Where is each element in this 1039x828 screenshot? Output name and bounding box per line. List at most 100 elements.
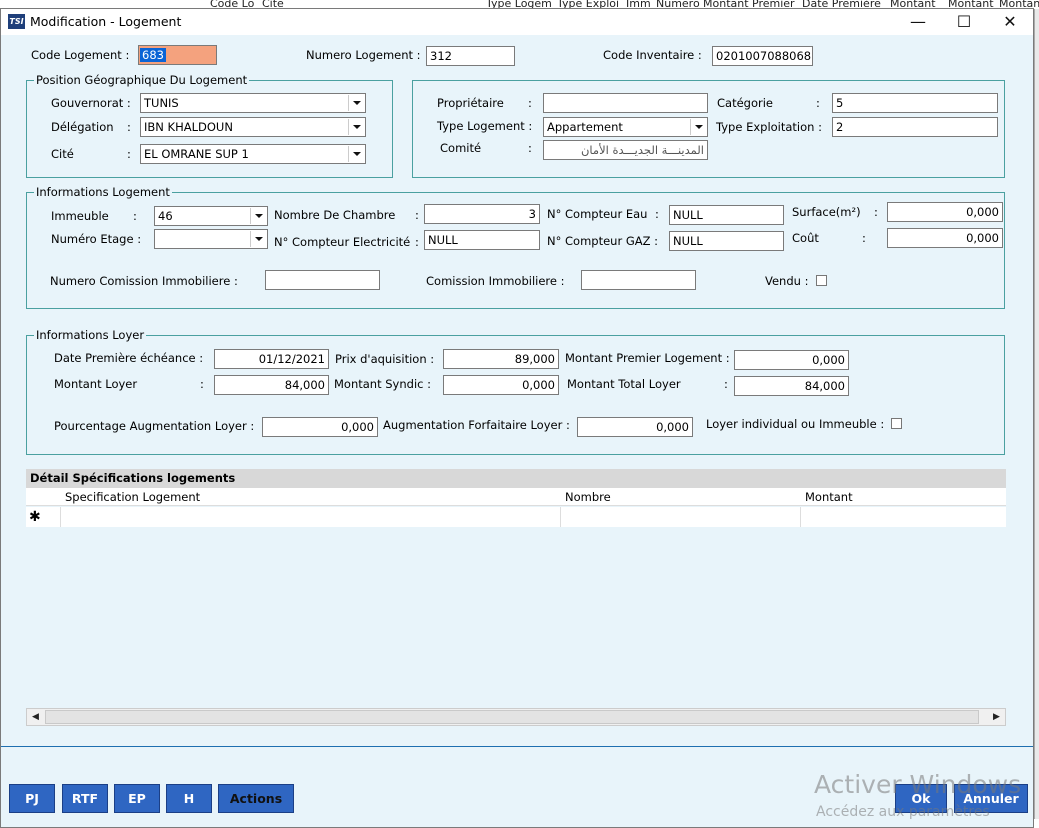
code-logement-label: Code Logement : [31, 48, 130, 62]
code-logement-field[interactable]: 683 [138, 45, 217, 65]
position-group-title: Position Géographique Du Logement [34, 73, 250, 87]
specification-cell[interactable] [60, 507, 560, 527]
gouvernorat-select[interactable]: TUNIS [140, 93, 366, 113]
numero-etage-select[interactable] [154, 229, 268, 249]
delegation-value: IBN KHALDOUN [144, 120, 233, 134]
chevron-down-icon[interactable] [690, 119, 706, 135]
code-inventaire-field[interactable]: 02010070880683 [712, 46, 813, 66]
background-scrollbar [1034, 9, 1039, 819]
immeuble-label: Immeuble [51, 209, 109, 223]
numero-etage-label: Numéro Etage : [51, 232, 142, 246]
colon: : [127, 120, 131, 134]
pj-button[interactable]: PJ [9, 784, 55, 813]
type-exploitation-field[interactable]: 2 [832, 117, 998, 137]
montant-cell[interactable] [800, 507, 1006, 527]
rtf-button[interactable]: RTF [62, 784, 108, 813]
colon: : [133, 209, 137, 223]
immeuble-select[interactable]: 46 [154, 206, 268, 226]
comite-label: Comité [440, 141, 482, 155]
commission-label: Comission Immobiliere : [426, 274, 565, 288]
immeuble-value: 46 [158, 209, 173, 223]
compteur-eau-field[interactable]: NULL [669, 205, 784, 225]
activation-watermark-sub: Accédez aux paramètres [816, 804, 990, 820]
colon: : [200, 377, 204, 391]
nombre-cell[interactable] [560, 507, 800, 527]
prix-acquisition-label: Prix d'aquisition : [335, 352, 435, 366]
date-echeance-label: Date Première échéance : [54, 351, 204, 365]
app-icon: TSI [8, 14, 25, 29]
chevron-down-icon[interactable] [250, 208, 266, 224]
specifications-grid: Détail Spécifications logements Specific… [26, 469, 1006, 723]
numero-logement-field[interactable]: 312 [426, 46, 515, 66]
comite-field[interactable]: المدينـــة الجديـــدة الأمان [543, 140, 708, 160]
compteur-gaz-label: N° Compteur GAZ : [547, 234, 659, 248]
type-logement-label: Type Logement : [437, 119, 533, 133]
colon: : [415, 235, 419, 249]
column-header-specification[interactable]: Specification Logement [65, 490, 200, 504]
proprietaire-label: Propriétaire [437, 96, 504, 110]
scrollbar-thumb[interactable] [45, 710, 979, 724]
nombre-chambre-label: Nombre De Chambre [274, 208, 396, 222]
minimize-button[interactable]: — [895, 9, 941, 35]
ep-button[interactable]: EP [114, 784, 160, 813]
chevron-down-icon[interactable] [348, 119, 364, 135]
maximize-button[interactable]: ☐ [941, 9, 987, 35]
colon: : [415, 208, 419, 222]
colon: : [816, 96, 820, 110]
gouvernorat-label: Gouvernorat : [51, 96, 131, 110]
compteur-elec-field[interactable]: NULL [424, 230, 540, 250]
actions-button[interactable]: Actions [218, 784, 294, 813]
chevron-down-icon[interactable] [348, 146, 364, 162]
title-bar: TSI Modification - Logement — ☐ ✕ [1, 9, 1033, 35]
num-commission-field[interactable] [265, 270, 380, 290]
montant-total-label: Montant Total Loyer [567, 377, 681, 391]
prix-acquisition-field[interactable]: 89,000 [443, 349, 559, 369]
loyer-individuel-checkbox[interactable] [891, 418, 902, 429]
montant-premier-field[interactable]: 0,000 [734, 350, 849, 370]
modification-logement-dialog: TSI Modification - Logement — ☐ ✕ Code L… [0, 8, 1034, 828]
cite-value: EL OMRANE SUP 1 [144, 147, 249, 161]
compteur-gaz-field[interactable]: NULL [669, 231, 784, 251]
activation-watermark: Activer Windows [814, 770, 1022, 799]
chevron-down-icon[interactable] [250, 231, 266, 247]
scroll-left-icon[interactable]: ◀ [27, 709, 44, 725]
categorie-field[interactable]: 5 [832, 93, 998, 113]
colon: : [655, 207, 659, 221]
cite-select[interactable]: EL OMRANE SUP 1 [140, 144, 366, 164]
type-logement-value: Appartement [547, 120, 623, 134]
num-commission-label: Numero Comission Immobiliere : [50, 274, 238, 288]
delegation-select[interactable]: IBN KHALDOUN [140, 117, 366, 137]
info-loyer-title: Informations Loyer [34, 328, 147, 342]
loyer-individuel-label: Loyer individual ou Immeuble : [706, 417, 885, 431]
column-header-montant[interactable]: Montant [805, 490, 853, 504]
montant-total-field[interactable]: 84,000 [734, 376, 849, 396]
proprietaire-field[interactable] [543, 93, 708, 113]
cite-label: Cité [51, 147, 74, 161]
pourcentage-field[interactable]: 0,000 [262, 417, 378, 437]
commission-field[interactable] [581, 270, 696, 290]
grid-header: Specification Logement Nombre Montant [26, 488, 1006, 506]
scroll-right-icon[interactable]: ▶ [988, 709, 1005, 725]
colon: : [862, 231, 866, 245]
nombre-chambre-field[interactable]: 3 [424, 204, 540, 224]
vendu-checkbox[interactable] [816, 275, 827, 286]
montant-syndic-field[interactable]: 0,000 [443, 375, 559, 395]
colon: : [528, 96, 532, 110]
h-button[interactable]: H [166, 784, 212, 813]
type-logement-select[interactable]: Appartement [543, 117, 708, 137]
forfaitaire-label: Augmentation Forfaitaire Loyer : [383, 418, 570, 432]
horizontal-scrollbar[interactable]: ◀ ▶ [26, 708, 1006, 726]
pourcentage-label: Pourcentage Augmentation Loyer : [54, 419, 255, 433]
cout-field[interactable]: 0,000 [887, 228, 1003, 248]
type-exploitation-label: Type Exploitation : [716, 120, 822, 134]
surface-field[interactable]: 0,000 [887, 202, 1003, 222]
new-row[interactable]: ✱ [26, 507, 1006, 527]
chevron-down-icon[interactable] [348, 95, 364, 111]
forfaitaire-field[interactable]: 0,000 [577, 417, 693, 437]
montant-loyer-field[interactable]: 84,000 [214, 375, 329, 395]
new-row-icon: ✱ [29, 509, 41, 525]
column-header-nombre[interactable]: Nombre [565, 490, 611, 504]
compteur-eau-label: N° Compteur Eau [547, 207, 648, 221]
date-echeance-field[interactable]: 01/12/2021 [214, 349, 329, 369]
close-button[interactable]: ✕ [987, 9, 1033, 35]
